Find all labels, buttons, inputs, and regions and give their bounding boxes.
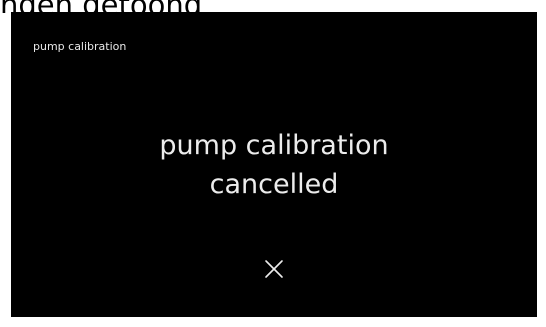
status-message-line-2: cancelled [209,169,339,200]
close-button[interactable] [259,254,289,284]
close-icon [265,260,283,278]
device-screen: pump calibration pump calibration cancel… [11,12,537,317]
status-message-line-1: pump calibration [159,130,389,161]
screen-title: pump calibration [33,40,127,53]
status-message: pump calibration cancelled [11,126,537,204]
